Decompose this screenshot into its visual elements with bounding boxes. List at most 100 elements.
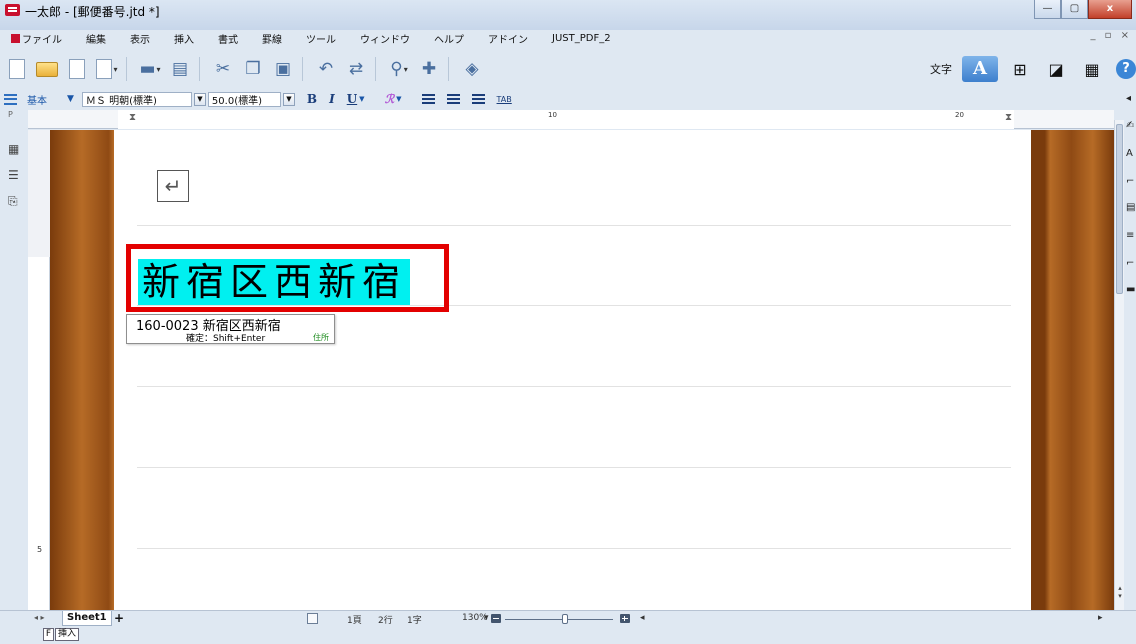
hscroll-right-icon[interactable]: ▸ [1098,613,1103,623]
menu-edit[interactable]: 編集 [86,31,106,46]
text-color-dropdown-icon[interactable]: ▼ [396,95,401,103]
dropdown-arrow-icon[interactable]: ▾ [404,65,408,74]
save-as-button[interactable]: ▾ [94,56,120,82]
menu-just-pdf[interactable]: JUST_PDF_2 [552,33,611,44]
italic-button[interactable]: I [329,92,335,106]
tab-button[interactable]: TAB [497,95,512,104]
maximize-button[interactable]: ▢ [1061,0,1088,19]
align-center-button[interactable] [446,94,460,104]
bold-button[interactable]: B [307,92,317,106]
frame-tool-icon[interactable]: ⌐ [1126,176,1134,187]
menu-help[interactable]: ヘルプ [434,31,464,46]
copy-button[interactable]: ❐ [240,56,266,82]
font-size-value: 50.0(標準) [211,95,262,107]
image-icon: ◪ [1048,59,1064,79]
font-size-dropdown[interactable]: ▼ [282,92,295,106]
text-color-button[interactable]: ℛ [385,92,395,106]
undo-button[interactable]: ↶ [313,56,339,82]
character-format-button[interactable]: A [962,56,998,82]
align-left-button[interactable] [421,94,435,104]
menu-tools[interactable]: ツール [306,31,336,46]
help-button[interactable]: ? [1116,59,1136,79]
list-tool-icon[interactable]: ≡ [1126,230,1134,241]
pdf-addin-button[interactable]: ◈ [459,56,485,82]
print-button[interactable]: ▬ ▾ [137,56,163,82]
redo-button[interactable]: ⇄ [343,56,369,82]
ruler-toggle[interactable]: P [8,110,26,128]
ichitaro-app-icon[interactable] [5,4,20,16]
menu-window[interactable]: ウィンドウ [360,31,410,46]
page-line [137,225,1011,226]
image-button[interactable]: ◪ [1042,56,1070,82]
palette-button[interactable]: ▦ [1078,56,1106,82]
hscroll-left-icon[interactable]: ◂ [640,613,645,623]
zoom-out-button[interactable] [491,614,501,623]
sheet-tab[interactable]: Sheet1 [62,611,112,626]
paste-button[interactable]: ▣ [270,56,296,82]
add-sheet-button[interactable]: + [114,612,124,625]
table-button[interactable]: ⊞ [1006,56,1034,82]
save-as-icon [96,59,113,79]
new-document-button[interactable] [4,56,30,82]
zoom-dropdown-icon[interactable]: ▾ [484,613,489,623]
underline-dropdown-icon[interactable]: ▼ [359,95,364,103]
zoom-slider-thumb[interactable] [562,614,569,624]
outline-tool-icon[interactable]: ▤ [1126,202,1135,213]
document-menu-icon[interactable] [11,33,20,43]
minimize-button[interactable]: — [1034,0,1061,19]
insert-mode-indicator[interactable]: 挿入 [55,628,80,641]
font-name-dropdown[interactable]: ▼ [193,92,206,106]
page-line [137,386,1011,387]
menu-format[interactable]: 書式 [218,31,238,46]
dark-tool-icon[interactable]: ▬ [1126,284,1135,295]
menu-addin[interactable]: アドイン [488,31,528,46]
input-mode-bar: F 挿入 [0,626,1136,644]
paragraph-style-icon[interactable] [4,93,17,105]
zoom-slider[interactable] [505,619,613,620]
align-right-button[interactable] [471,94,485,104]
puzzle-button[interactable]: ✚ [416,56,442,82]
dropdown-arrow-icon[interactable]: ▾ [157,65,161,74]
underline-button[interactable]: U [347,92,357,106]
palette-tool-icon[interactable]: ✍ [1126,120,1134,131]
style-name[interactable]: 基本 [27,92,67,107]
brush-icon: ℛ [384,92,395,106]
font-tool-icon[interactable]: A [1126,148,1133,159]
sheet-nav-arrows-icon[interactable]: ◂ ▸ [34,613,45,622]
style-dropdown-icon[interactable]: ▼ [67,94,74,104]
toolbar-separator [375,57,376,81]
save-button[interactable] [64,56,90,82]
cut-button[interactable]: ✂ [210,56,236,82]
font-name-select[interactable]: ＭＳ 明朝(標準) [81,91,192,107]
left-indent-marker-icon[interactable]: ⧗ [129,112,136,123]
document-window-controls[interactable]: _ ▫ × [1090,30,1132,41]
menu-insert[interactable]: 挿入 [174,31,194,46]
find-button[interactable]: ⚲ ▾ [386,56,412,82]
zoom-in-button[interactable] [620,614,630,623]
selected-text[interactable]: 新宿区西新宿 [138,259,411,305]
window-controls: — ▢ x [1034,0,1132,19]
menu-ruled-lines[interactable]: 罫線 [262,31,282,46]
menu-view[interactable]: 表示 [130,31,150,46]
font-size-select[interactable]: 50.0(標準) [207,91,281,107]
outline-view-icon[interactable]: ☰ [8,168,22,182]
close-button[interactable]: x [1088,0,1132,19]
new-document-icon [9,59,25,79]
document-page[interactable]: ↵ 新宿区西新宿 160-0023 新宿区西新宿 確定：Shift+Enter … [114,130,1031,610]
thumbnail-view-icon[interactable]: ▦ [8,142,22,156]
vertical-scroll-thumb[interactable] [1116,124,1123,294]
sheet-view-icon[interactable]: ⎘ [8,194,22,208]
vertical-ruler-margin [28,130,50,257]
conversion-candidate-popup[interactable]: 160-0023 新宿区西新宿 確定：Shift+Enter 住所 [126,314,335,344]
right-indent-marker-icon[interactable]: ⧗ [1005,112,1012,123]
format-tool-icon[interactable]: ⌐ [1126,258,1134,269]
copy-icon: ❐ [245,59,261,79]
horizontal-ruler[interactable]: ⧗ 10 20 ⧗ [28,110,1114,129]
open-button[interactable] [34,56,60,82]
vertical-scrollbar[interactable]: ▴ ▾ [1114,120,1124,610]
print-preview-button[interactable]: ▤ [167,56,193,82]
dropdown-arrow-icon[interactable]: ▾ [113,65,117,74]
collapse-arrow-icon[interactable]: ◂ [1126,93,1131,104]
menu-file[interactable]: ファイル [22,31,62,46]
page-view-icon[interactable] [307,613,318,624]
